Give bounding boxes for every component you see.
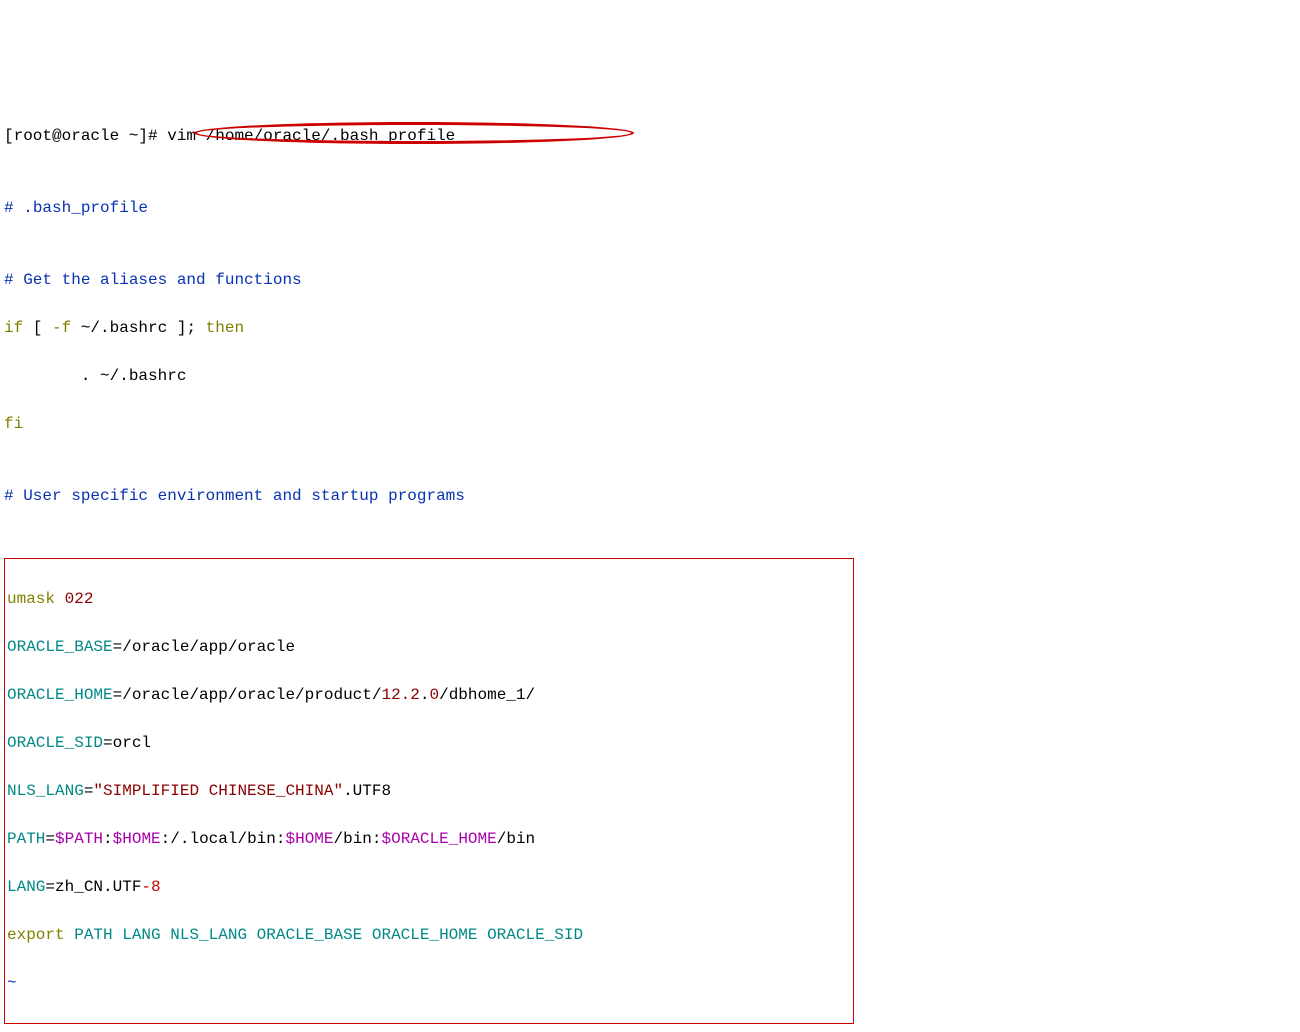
var-name: LANG	[7, 878, 45, 896]
var-ref: $HOME	[285, 830, 333, 848]
export-vars: PATH LANG NLS_LANG ORACLE_BASE ORACLE_HO…	[65, 926, 583, 944]
lang-line: LANG=zh_CN.UTF-8	[7, 875, 851, 899]
umask-val: 022	[55, 590, 93, 608]
var-ref: $ORACLE_HOME	[382, 830, 497, 848]
if-line: if [ -f ~/.bashrc ]; then	[4, 316, 1296, 340]
umask-line: umask 022	[7, 587, 851, 611]
oracle-sid-line: ORACLE_SID=orcl	[7, 731, 851, 755]
dash-num: -8	[141, 878, 160, 896]
version-num: 12.2	[381, 686, 419, 704]
vim-tilde: ~	[4, 1024, 1296, 1032]
oracle-base-line: ORACLE_BASE=/oracle/app/oracle	[7, 635, 851, 659]
path-segment: /bin	[497, 830, 535, 848]
umask-cmd: umask	[7, 590, 55, 608]
path-line: PATH=$PATH:$HOME:/.local/bin:$HOME/bin:$…	[7, 827, 851, 851]
export-line: export PATH LANG NLS_LANG ORACLE_BASE OR…	[7, 923, 851, 947]
keyword-fi: fi	[4, 412, 1296, 436]
command-text: vim /home/oracle/.bash_profile	[158, 124, 456, 148]
var-name: ORACLE_BASE	[7, 638, 113, 656]
string-value: "SIMPLIFIED CHINESE_CHINA"	[93, 782, 343, 800]
comment-line: # .bash_profile	[4, 196, 1296, 220]
keyword-then: then	[206, 319, 244, 337]
equals-text: =	[45, 830, 55, 848]
test-flag: -f	[52, 319, 71, 337]
prompt-line[interactable]: [root@oracle ~]# vim /home/oracle/.bash_…	[4, 124, 1296, 148]
var-ref: $PATH	[55, 830, 103, 848]
hash-mark: #	[4, 199, 14, 217]
var-name: ORACLE_HOME	[7, 686, 113, 704]
comment-line: # User specific environment and startup …	[4, 484, 1296, 508]
var-value: =zh_CN.UTF	[45, 878, 141, 896]
path-text: ~/.bashrc ];	[71, 319, 205, 337]
dot-text: .	[420, 686, 430, 704]
var-value: =orcl	[103, 734, 151, 752]
var-value: =/oracle/app/oracle/product/	[113, 686, 382, 704]
terminal-output: [root@oracle ~]# vim /home/oracle/.bash_…	[4, 100, 1296, 1032]
var-value: =/oracle/app/oracle	[113, 638, 295, 656]
var-name: NLS_LANG	[7, 782, 84, 800]
suffix-text: .UTF8	[343, 782, 391, 800]
path-segment: /bin:	[334, 830, 382, 848]
vim-tilde: ~	[7, 971, 851, 995]
comment-line: # Get the aliases and functions	[4, 268, 1296, 292]
nls-lang-line: NLS_LANG="SIMPLIFIED CHINESE_CHINA".UTF8	[7, 779, 851, 803]
path-segment: :/.local/bin:	[161, 830, 286, 848]
colon-text: :	[103, 830, 113, 848]
version-num: 0	[429, 686, 439, 704]
var-name: PATH	[7, 830, 45, 848]
oracle-home-line: ORACLE_HOME=/oracle/app/oracle/product/1…	[7, 683, 851, 707]
path-tail: /dbhome_1/	[439, 686, 535, 704]
source-line: . ~/.bashrc	[4, 364, 1296, 388]
comment-text: .bash_profile	[14, 199, 148, 217]
shell-prompt: [root@oracle ~]#	[4, 124, 158, 148]
equals-text: =	[84, 782, 94, 800]
bracket-text: [	[23, 319, 52, 337]
highlighted-box: umask 022 ORACLE_BASE=/oracle/app/oracle…	[4, 558, 854, 1024]
var-name: ORACLE_SID	[7, 734, 103, 752]
var-ref: $HOME	[113, 830, 161, 848]
export-keyword: export	[7, 926, 65, 944]
keyword-if: if	[4, 319, 23, 337]
